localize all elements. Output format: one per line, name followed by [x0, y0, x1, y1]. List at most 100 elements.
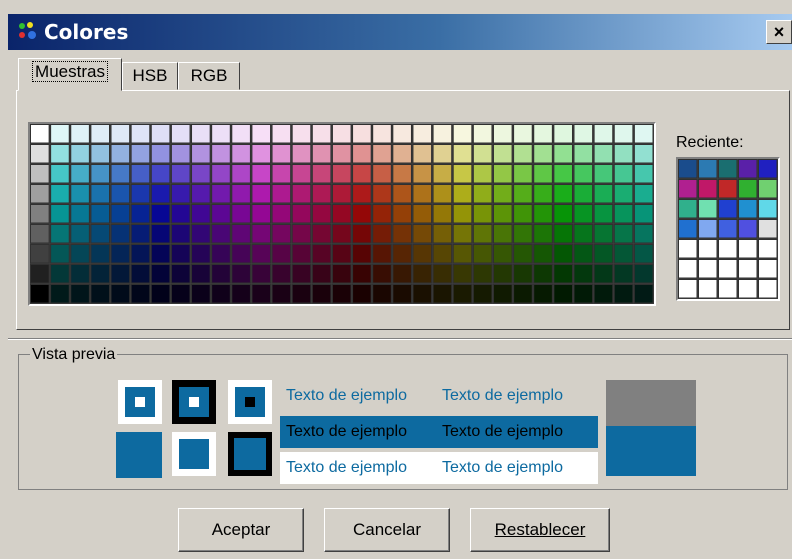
recent-swatch[interactable] — [698, 279, 718, 299]
swatch[interactable] — [633, 204, 654, 224]
swatch[interactable] — [432, 204, 453, 224]
recent-swatch[interactable] — [738, 179, 758, 199]
swatch[interactable] — [110, 124, 131, 144]
swatch[interactable] — [251, 184, 272, 204]
swatch[interactable] — [392, 224, 412, 244]
swatch[interactable] — [392, 264, 412, 284]
swatch[interactable] — [231, 284, 251, 304]
swatch[interactable] — [50, 244, 70, 264]
recent-swatch[interactable] — [758, 239, 778, 259]
swatch[interactable] — [392, 204, 412, 224]
swatch[interactable] — [331, 144, 352, 164]
swatch[interactable] — [553, 204, 573, 224]
swatch[interactable] — [613, 284, 634, 304]
swatch[interactable] — [251, 124, 272, 144]
swatch[interactable] — [271, 204, 292, 224]
swatch[interactable] — [30, 224, 50, 244]
swatch[interactable] — [311, 184, 332, 204]
swatch[interactable] — [90, 164, 111, 184]
swatch[interactable] — [311, 284, 332, 304]
recent-swatch[interactable] — [718, 219, 738, 239]
swatch[interactable] — [331, 244, 352, 264]
swatch[interactable] — [513, 284, 533, 304]
swatch[interactable] — [633, 164, 654, 184]
swatch[interactable] — [271, 224, 292, 244]
swatch[interactable] — [130, 244, 151, 264]
swatch[interactable] — [70, 164, 90, 184]
swatch[interactable] — [553, 224, 573, 244]
swatch[interactable] — [150, 244, 171, 264]
swatch[interactable] — [492, 204, 513, 224]
swatch[interactable] — [492, 244, 513, 264]
swatch[interactable] — [150, 184, 171, 204]
recent-swatch[interactable] — [678, 159, 698, 179]
swatch[interactable] — [513, 184, 533, 204]
swatch[interactable] — [110, 284, 131, 304]
swatch[interactable] — [593, 124, 614, 144]
swatch[interactable] — [412, 224, 433, 244]
swatch[interactable] — [432, 124, 453, 144]
swatch[interactable] — [472, 244, 493, 264]
swatch[interactable] — [492, 224, 513, 244]
swatch[interactable] — [90, 224, 111, 244]
recent-swatch[interactable] — [678, 259, 698, 279]
swatch[interactable] — [211, 184, 231, 204]
swatch[interactable] — [553, 244, 573, 264]
swatch[interactable] — [30, 204, 50, 224]
swatch[interactable] — [513, 264, 533, 284]
swatch[interactable] — [513, 124, 533, 144]
swatch[interactable] — [533, 204, 553, 224]
swatch[interactable] — [271, 124, 292, 144]
swatch[interactable] — [231, 184, 251, 204]
swatch[interactable] — [30, 284, 50, 304]
swatch[interactable] — [90, 204, 111, 224]
recent-swatch[interactable] — [758, 159, 778, 179]
swatch[interactable] — [633, 184, 654, 204]
swatch[interactable] — [492, 164, 513, 184]
swatch[interactable] — [331, 284, 352, 304]
swatch[interactable] — [231, 264, 251, 284]
swatch[interactable] — [412, 284, 433, 304]
swatch[interactable] — [291, 184, 312, 204]
swatch[interactable] — [130, 124, 151, 144]
swatch[interactable] — [110, 164, 131, 184]
recent-swatch[interactable] — [698, 199, 718, 219]
recent-swatch[interactable] — [718, 279, 738, 299]
swatch[interactable] — [452, 164, 473, 184]
recent-swatch[interactable] — [718, 259, 738, 279]
swatch[interactable] — [452, 284, 473, 304]
swatch[interactable] — [191, 224, 211, 244]
swatch[interactable] — [50, 204, 70, 224]
swatch[interactable] — [352, 224, 372, 244]
swatch[interactable] — [533, 164, 553, 184]
swatch[interactable] — [492, 284, 513, 304]
swatch[interactable] — [553, 264, 573, 284]
swatch[interactable] — [170, 124, 191, 144]
swatch[interactable] — [573, 144, 594, 164]
swatch[interactable] — [633, 224, 654, 244]
swatch[interactable] — [352, 204, 372, 224]
swatch[interactable] — [170, 264, 191, 284]
swatch[interactable] — [492, 184, 513, 204]
swatch[interactable] — [492, 124, 513, 144]
swatch-grid[interactable] — [28, 122, 656, 306]
swatch[interactable] — [472, 144, 493, 164]
swatch[interactable] — [110, 224, 131, 244]
swatch[interactable] — [30, 264, 50, 284]
swatch[interactable] — [593, 184, 614, 204]
recent-swatch[interactable] — [718, 199, 738, 219]
swatch[interactable] — [452, 144, 473, 164]
swatch[interactable] — [231, 224, 251, 244]
swatch[interactable] — [311, 164, 332, 184]
swatch[interactable] — [352, 284, 372, 304]
swatch[interactable] — [352, 184, 372, 204]
swatch[interactable] — [412, 264, 433, 284]
recent-swatch[interactable] — [758, 259, 778, 279]
swatch[interactable] — [372, 184, 392, 204]
swatch[interactable] — [613, 184, 634, 204]
swatch[interactable] — [251, 284, 272, 304]
swatch[interactable] — [251, 224, 272, 244]
swatch[interactable] — [553, 284, 573, 304]
swatch[interactable] — [291, 144, 312, 164]
swatch[interactable] — [231, 204, 251, 224]
